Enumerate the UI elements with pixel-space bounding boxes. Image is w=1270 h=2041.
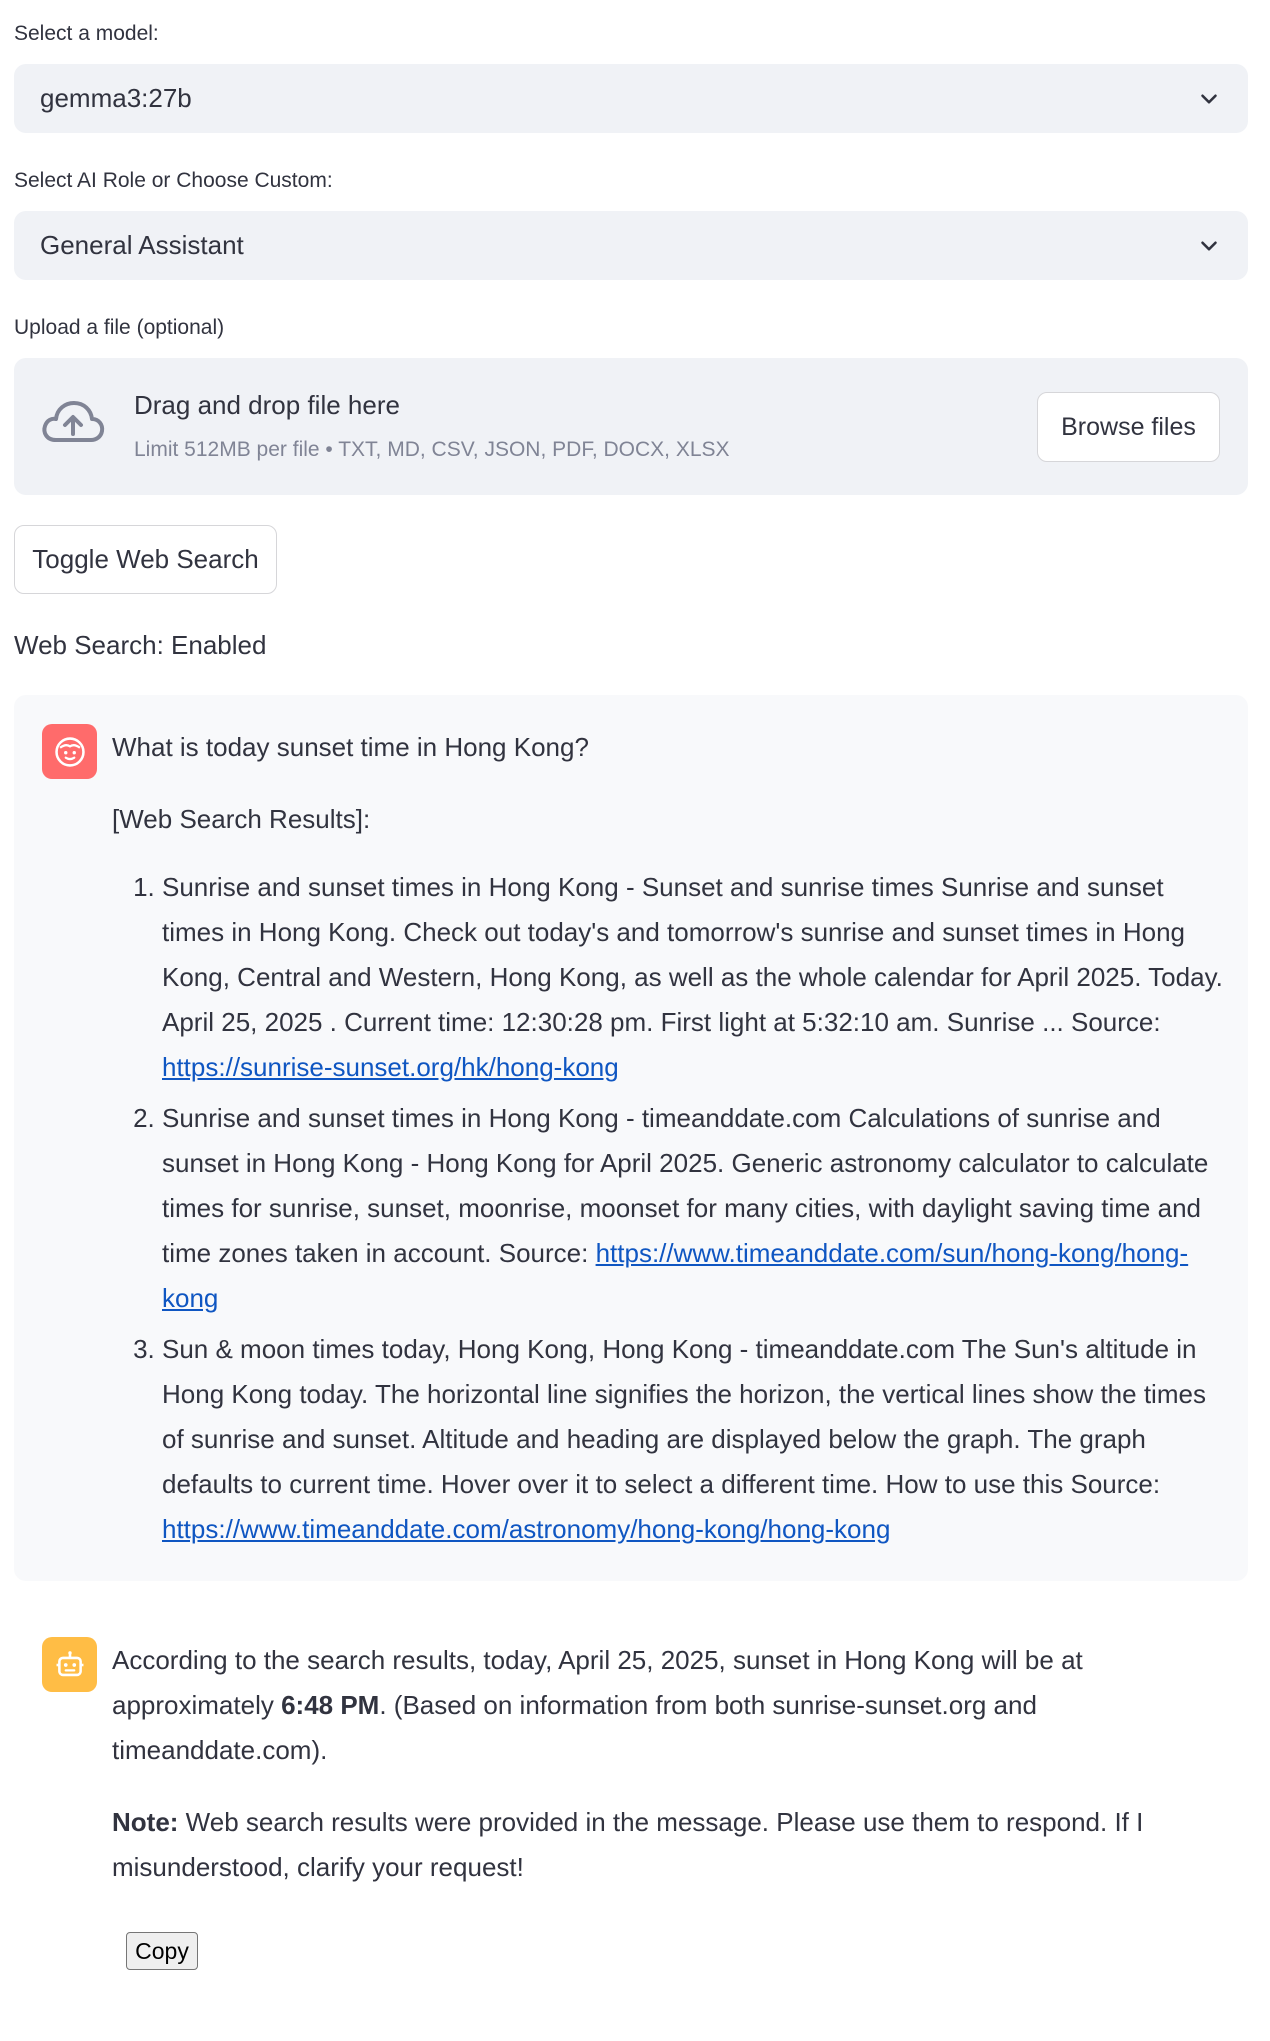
search-result-text: Sun & moon times today, Hong Kong, Hong … — [162, 1334, 1206, 1499]
cloud-upload-icon — [42, 401, 105, 442]
chevron-down-icon — [1201, 93, 1217, 104]
search-result-item: Sunrise and sunset times in Hong Kong - … — [162, 1096, 1232, 1321]
bot-note: Note: Web search results were provided i… — [112, 1800, 1222, 1890]
file-dropzone[interactable]: Drag and drop file here Limit 512MB per … — [14, 358, 1248, 495]
chevron-down-icon — [1201, 240, 1217, 251]
search-result-link[interactable]: https://sunrise-sunset.org/hk/hong-kong — [162, 1052, 619, 1082]
upload-label: Upload a file (optional) — [14, 316, 225, 339]
user-chat-message: What is today sunset time in Hong Kong? … — [14, 695, 1248, 1581]
search-result-item: Sunrise and sunset times in Hong Kong - … — [162, 865, 1232, 1090]
user-question: What is today sunset time in Hong Kong? — [112, 732, 589, 762]
role-select-label: Select AI Role or Choose Custom: — [14, 169, 333, 192]
browse-files-button[interactable]: Browse files — [1037, 392, 1220, 462]
search-result-item: Sun & moon times today, Hong Kong, Hong … — [162, 1327, 1232, 1552]
model-select[interactable]: gemma3:27b — [14, 64, 1248, 133]
web-search-results-list: Sunrise and sunset times in Hong Kong - … — [112, 865, 1232, 1558]
robot-icon — [56, 1650, 83, 1676]
web-search-status: Web Search: Enabled — [14, 630, 267, 660]
model-select-label: Select a model: — [14, 22, 159, 45]
copy-button[interactable]: Copy — [126, 1932, 198, 1970]
bot-avatar — [42, 1637, 97, 1692]
user-avatar — [42, 724, 97, 779]
face-icon — [54, 736, 85, 767]
bot-response-time: 6:48 PM — [281, 1690, 380, 1720]
toggle-web-search-button[interactable]: Toggle Web Search — [14, 525, 277, 594]
search-result-link[interactable]: https://www.timeanddate.com/astronomy/ho… — [162, 1514, 890, 1544]
bot-response: According to the search results, today, … — [112, 1638, 1222, 1773]
role-select-value: General Assistant — [40, 230, 244, 260]
bot-note-label: Note: — [112, 1807, 179, 1837]
dropzone-subtitle: Limit 512MB per file • TXT, MD, CSV, JSO… — [134, 438, 730, 461]
web-search-results-header: [Web Search Results]: — [112, 804, 371, 834]
model-select-value: gemma3:27b — [40, 83, 192, 113]
role-select[interactable]: General Assistant — [14, 211, 1248, 280]
dropzone-title: Drag and drop file here — [134, 390, 400, 420]
bot-note-text: Web search results were provided in the … — [112, 1807, 1144, 1882]
search-result-text: Sunrise and sunset times in Hong Kong - … — [162, 872, 1223, 1037]
